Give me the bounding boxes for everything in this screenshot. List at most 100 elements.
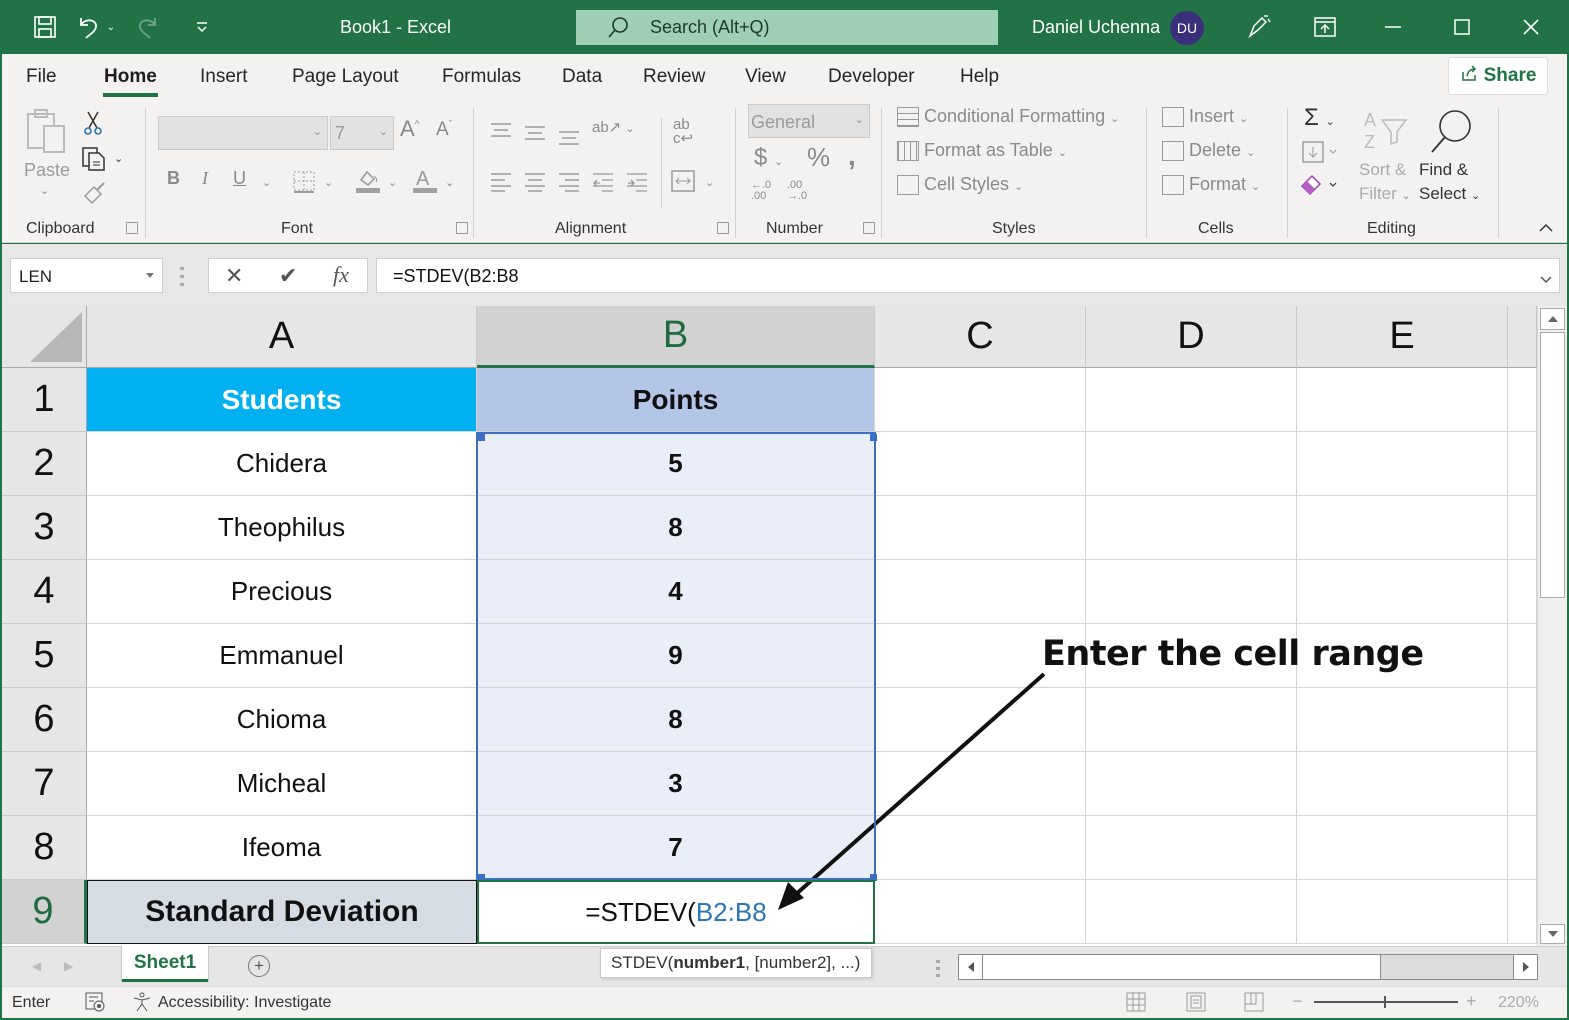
paste-dropdown-icon[interactable]: ⌄	[40, 184, 49, 197]
tab-split-grip[interactable]	[936, 959, 940, 977]
comma-style-icon[interactable]: ,	[848, 140, 856, 172]
find-select-icon[interactable]	[1426, 106, 1476, 161]
insert-cells-button[interactable]: Insert ⌄	[1162, 106, 1248, 128]
merge-center-icon[interactable]	[671, 168, 697, 199]
undo-dropdown-icon[interactable]: ⌄	[104, 12, 118, 42]
page-break-preview-icon[interactable]	[1244, 992, 1264, 1017]
cell-b9[interactable]: =STDEV(B2:B8	[477, 880, 875, 944]
name-box-dropdown-icon[interactable]	[146, 273, 154, 278]
orientation-icon[interactable]: ab↗ ⌄	[592, 118, 635, 136]
sheet-tab-sheet1[interactable]: Sheet1	[122, 946, 208, 982]
tab-formulas[interactable]: Formulas	[442, 66, 521, 88]
decrease-decimal-icon[interactable]: .00 →.0	[787, 180, 807, 202]
scroll-up-button[interactable]	[1540, 308, 1565, 330]
zoom-slider-thumb[interactable]	[1384, 996, 1386, 1008]
format-painter-icon[interactable]	[82, 180, 108, 211]
align-right-icon[interactable]	[558, 172, 580, 197]
zoom-in-button[interactable]: +	[1466, 991, 1477, 1012]
enter-icon[interactable]: ✔	[279, 263, 297, 289]
cell-styles-button[interactable]: Cell Styles ⌄	[897, 174, 1023, 196]
cancel-icon[interactable]: ✕	[225, 263, 243, 289]
fill-icon[interactable]	[1302, 140, 1340, 169]
coauthor-pen-icon[interactable]	[1236, 10, 1282, 44]
number-format-box[interactable]: General ⌄	[748, 104, 870, 138]
decrease-font-size-icon[interactable]: Aˇ	[436, 119, 452, 141]
autosum-icon[interactable]: Σ ⌄	[1304, 104, 1335, 132]
increase-indent-icon[interactable]	[626, 172, 648, 197]
clipboard-launcher-icon[interactable]	[126, 222, 138, 234]
customize-toolbar-icon[interactable]	[192, 12, 212, 42]
bold-icon[interactable]: B	[167, 168, 180, 189]
copy-dropdown-icon[interactable]: ⌄	[114, 152, 123, 165]
tab-review[interactable]: Review	[643, 66, 705, 88]
paste-icon[interactable]	[24, 108, 68, 161]
collapse-ribbon-icon[interactable]	[1538, 220, 1554, 238]
tab-home[interactable]: Home	[103, 66, 158, 97]
page-layout-view-icon[interactable]	[1186, 992, 1206, 1017]
fill-color-dropdown-icon[interactable]: ⌄	[388, 176, 397, 189]
font-size-box[interactable]: 7 ⌄	[330, 116, 394, 150]
cut-icon[interactable]	[82, 110, 104, 141]
accessibility-icon[interactable]	[132, 992, 152, 1017]
merge-dropdown-icon[interactable]: ⌄	[705, 176, 714, 189]
maximize-button[interactable]	[1439, 10, 1485, 44]
formula-bar-grip[interactable]	[180, 264, 184, 286]
share-button[interactable]: Share	[1448, 57, 1548, 95]
zoom-out-button[interactable]: −	[1292, 991, 1303, 1012]
search-box[interactable]: Search (Alt+Q)	[576, 10, 998, 45]
bottom-align-icon[interactable]	[558, 128, 580, 151]
zoom-slider[interactable]	[1314, 996, 1458, 1008]
name-box[interactable]: LEN	[10, 258, 163, 293]
normal-view-icon[interactable]	[1126, 992, 1146, 1017]
center-icon[interactable]	[524, 172, 546, 197]
avatar[interactable]: DU	[1170, 11, 1204, 45]
macro-recording-icon[interactable]	[84, 992, 106, 1017]
font-launcher-icon[interactable]	[456, 222, 468, 234]
tooltip-current-arg[interactable]: number1	[673, 953, 745, 973]
alignment-launcher-icon[interactable]	[717, 222, 729, 234]
horizontal-scrollbar[interactable]	[958, 954, 1538, 980]
font-name-dropdown-icon[interactable]: ⌄	[313, 125, 322, 138]
percent-icon[interactable]: %	[807, 142, 830, 173]
number-launcher-icon[interactable]	[863, 222, 875, 234]
underline-icon[interactable]: U	[233, 168, 246, 189]
borders-icon[interactable]	[292, 170, 316, 199]
conditional-formatting-button[interactable]: Conditional Formatting ⌄	[897, 106, 1119, 128]
italic-icon[interactable]: I	[202, 168, 208, 189]
prev-sheet-icon[interactable]: ◀	[32, 959, 41, 973]
scroll-left-button[interactable]	[959, 955, 983, 979]
save-icon[interactable]	[30, 12, 60, 42]
accessibility-status[interactable]: Accessibility: Investigate	[158, 994, 331, 1012]
horizontal-scroll-thumb[interactable]	[983, 955, 1381, 979]
tab-help[interactable]: Help	[960, 66, 999, 88]
function-tooltip[interactable]: STDEV(number1, [number2], ...)	[600, 948, 872, 978]
font-color-dropdown-icon[interactable]: ⌄	[445, 176, 454, 189]
tab-data[interactable]: Data	[562, 66, 602, 88]
format-as-table-button[interactable]: Format as Table ⌄	[897, 140, 1067, 162]
expand-formula-bar-icon[interactable]	[1539, 269, 1553, 290]
zoom-level[interactable]: 220%	[1498, 994, 1539, 1012]
next-sheet-icon[interactable]: ▶	[64, 959, 73, 973]
undo-icon[interactable]	[74, 12, 104, 42]
increase-decimal-icon[interactable]: ←.0.00	[751, 180, 771, 202]
copy-icon[interactable]	[81, 146, 107, 177]
wrap-text-icon[interactable]: ab c↩	[673, 117, 693, 146]
sort-filter-icon[interactable]: AZ	[1360, 108, 1410, 157]
add-sheet-button[interactable]: +	[248, 955, 270, 977]
ribbon-display-options-icon[interactable]	[1302, 10, 1348, 44]
font-name-box[interactable]: ⌄	[158, 116, 328, 150]
scroll-down-button[interactable]	[1540, 924, 1565, 944]
underline-dropdown-icon[interactable]: ⌄	[262, 176, 271, 189]
minimize-button[interactable]	[1370, 10, 1416, 44]
middle-align-icon[interactable]	[524, 124, 546, 147]
number-format-dropdown-icon[interactable]: ⌄	[855, 113, 864, 126]
fill-color-icon[interactable]	[355, 166, 381, 199]
vertical-scrollbar[interactable]	[1537, 306, 1567, 946]
top-align-icon[interactable]	[490, 122, 512, 145]
insert-function-icon[interactable]: fx	[333, 262, 349, 288]
font-color-icon[interactable]: A	[412, 166, 438, 199]
formula-input[interactable]: =STDEV(B2:B8	[376, 258, 1560, 293]
tab-insert[interactable]: Insert	[200, 66, 248, 88]
delete-cells-button[interactable]: Delete ⌄	[1162, 140, 1255, 162]
tab-page-layout[interactable]: Page Layout	[292, 66, 399, 88]
